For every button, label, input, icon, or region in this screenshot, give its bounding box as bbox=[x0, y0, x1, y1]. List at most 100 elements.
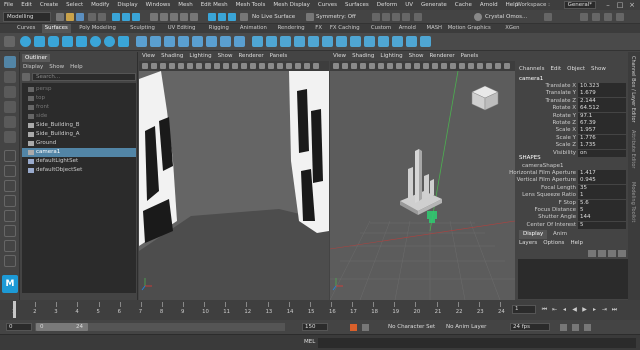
attach-surfaces-icon[interactable] bbox=[308, 36, 319, 47]
viewport-tool-icon[interactable] bbox=[151, 63, 157, 69]
birail-icon[interactable] bbox=[192, 36, 203, 47]
move-tool-icon[interactable] bbox=[4, 101, 16, 113]
layer-menu-options[interactable]: Options bbox=[540, 239, 567, 248]
viewport-tool-icon[interactable] bbox=[295, 63, 301, 69]
channel-menu-channels[interactable]: Channels bbox=[516, 65, 547, 74]
user-account-icon[interactable] bbox=[474, 13, 482, 21]
live-surface-label[interactable]: No Live Surface bbox=[252, 12, 295, 22]
close-icon[interactable]: × bbox=[626, 0, 638, 10]
viewport-tool-icon[interactable] bbox=[286, 63, 292, 69]
attribute-row[interactable]: Focus Distance 5 bbox=[516, 207, 628, 214]
select-tool-icon[interactable] bbox=[4, 56, 16, 68]
select-component-icon[interactable] bbox=[132, 13, 140, 21]
attribute-value[interactable]: 67.39 bbox=[578, 120, 626, 127]
loop-icon[interactable] bbox=[560, 324, 567, 331]
viewport-tool-icon[interactable] bbox=[169, 63, 175, 69]
menu-item-mesh-tools[interactable]: Mesh Tools bbox=[232, 0, 270, 10]
boundary-icon[interactable] bbox=[206, 36, 217, 47]
view-cube-icon[interactable] bbox=[470, 84, 500, 112]
move-layer-up-icon[interactable] bbox=[608, 250, 616, 257]
viewport-menu-show[interactable]: Show bbox=[406, 52, 427, 61]
play-backwards-icon[interactable]: ◀ bbox=[570, 305, 579, 314]
shelf-tab-fx-caching[interactable]: FX Caching bbox=[327, 24, 363, 33]
viewport-tool-icon[interactable] bbox=[378, 63, 384, 69]
attribute-row[interactable]: Center Of Interest 5 bbox=[516, 221, 628, 229]
viewport-menu-renderer[interactable]: Renderer bbox=[426, 52, 457, 61]
nurbs-square-icon[interactable] bbox=[118, 36, 129, 47]
attribute-value[interactable]: 1.417 bbox=[578, 170, 626, 177]
viewport-tool-icon[interactable] bbox=[342, 63, 348, 69]
nurbs-cube-icon[interactable] bbox=[34, 36, 45, 47]
viewport-tool-icon[interactable] bbox=[477, 63, 483, 69]
menu-item-select[interactable]: Select bbox=[62, 0, 87, 10]
lasso-tool-icon[interactable] bbox=[4, 71, 16, 83]
layer-menu-layers[interactable]: Layers bbox=[516, 239, 540, 248]
nurbs-circle-icon[interactable] bbox=[104, 36, 115, 47]
viewport-menu-panels[interactable]: Panels bbox=[458, 52, 482, 61]
project-curve-icon[interactable] bbox=[266, 36, 277, 47]
new-scene-icon[interactable] bbox=[56, 13, 64, 21]
step-forward-frame-icon[interactable]: ▸ bbox=[590, 305, 599, 314]
step-back-key-icon[interactable]: ⇤ bbox=[550, 305, 559, 314]
viewport-tool-icon[interactable] bbox=[495, 63, 501, 69]
shelf-tab-sculpting[interactable]: Sculpting bbox=[127, 24, 158, 33]
current-frame-marker[interactable] bbox=[13, 301, 16, 318]
layer-tab-anim[interactable]: Anim bbox=[549, 230, 571, 239]
new-layer-icon[interactable] bbox=[588, 250, 596, 257]
attribute-value[interactable]: 10.323 bbox=[578, 83, 626, 90]
viewport-tool-icon[interactable] bbox=[387, 63, 393, 69]
attribute-value[interactable]: 5.6 bbox=[578, 199, 626, 207]
auto-key-icon[interactable] bbox=[350, 324, 357, 331]
attribute-value[interactable]: 1.679 bbox=[578, 90, 626, 98]
tool-settings-icon[interactable] bbox=[604, 13, 612, 21]
viewport-tool-icon[interactable] bbox=[232, 63, 238, 69]
attribute-value[interactable]: 1.776 bbox=[578, 134, 626, 142]
attribute-value[interactable]: 64.512 bbox=[578, 105, 626, 113]
shelf-tab-poly-modeling[interactable]: Poly Modeling bbox=[76, 24, 119, 33]
scale-tool-icon[interactable] bbox=[4, 131, 16, 143]
render-settings-icon[interactable] bbox=[372, 13, 380, 21]
menu-item-create[interactable]: Create bbox=[36, 0, 62, 10]
attribute-row[interactable]: Translate Y 1.679 bbox=[516, 90, 628, 98]
outliner-item[interactable]: persp bbox=[22, 85, 136, 94]
viewport-tool-icon[interactable] bbox=[369, 63, 375, 69]
channel-box-icon[interactable] bbox=[616, 13, 624, 21]
shelf-tab-mash[interactable]: MASH bbox=[424, 24, 446, 33]
attribute-value[interactable]: 1 bbox=[578, 192, 626, 200]
attribute-value[interactable]: on bbox=[578, 149, 626, 157]
viewport-tool-icon[interactable] bbox=[187, 63, 193, 69]
tab-attribute-editor[interactable]: Attribute Editor bbox=[630, 130, 636, 168]
viewport-menu-lighting[interactable]: Lighting bbox=[377, 52, 405, 61]
viewport-menu-lighting[interactable]: Lighting bbox=[186, 52, 214, 61]
viewport-menu-view[interactable]: View bbox=[139, 52, 158, 61]
live-surface-icon[interactable] bbox=[240, 13, 248, 21]
revolve-icon[interactable] bbox=[136, 36, 147, 47]
viewport-tool-icon[interactable] bbox=[504, 63, 510, 69]
nurbs-torus-icon[interactable] bbox=[90, 36, 101, 47]
viewport-tool-icon[interactable] bbox=[351, 63, 357, 69]
viewport-tool-icon[interactable] bbox=[214, 63, 220, 69]
layout-hypershade-icon[interactable] bbox=[4, 240, 16, 252]
intersect-icon[interactable] bbox=[252, 36, 263, 47]
arnold-render-icon[interactable] bbox=[402, 13, 410, 21]
menu-item-cache[interactable]: Cache bbox=[451, 0, 476, 10]
viewport-tool-icon[interactable] bbox=[277, 63, 283, 69]
outliner-item[interactable]: top bbox=[22, 94, 136, 103]
channel-menu-show[interactable]: Show bbox=[588, 65, 609, 74]
go-to-start-icon[interactable]: ⏮ bbox=[540, 305, 549, 314]
outliner-item[interactable]: front bbox=[22, 103, 136, 112]
snap-surface-icon[interactable] bbox=[190, 13, 198, 21]
attribute-row[interactable]: Lens Squeeze Ratio 1 bbox=[516, 192, 628, 200]
shelf-tab-xgen[interactable]: XGen bbox=[502, 24, 522, 33]
attribute-row[interactable]: Rotate Y 97.1 bbox=[516, 112, 628, 120]
new-layer-selected-icon[interactable] bbox=[598, 250, 606, 257]
loft-icon[interactable] bbox=[150, 36, 161, 47]
attribute-editor-icon[interactable] bbox=[592, 13, 600, 21]
layout-two-side-icon[interactable] bbox=[4, 180, 16, 192]
viewport-tool-icon[interactable] bbox=[396, 63, 402, 69]
snap-view-plane-icon[interactable] bbox=[180, 13, 188, 21]
rebuild-icon[interactable] bbox=[392, 36, 403, 47]
paint-select-icon[interactable] bbox=[4, 86, 16, 98]
selected-object-name[interactable]: camera1 bbox=[519, 76, 543, 82]
attribute-value[interactable]: 5 bbox=[578, 207, 626, 214]
